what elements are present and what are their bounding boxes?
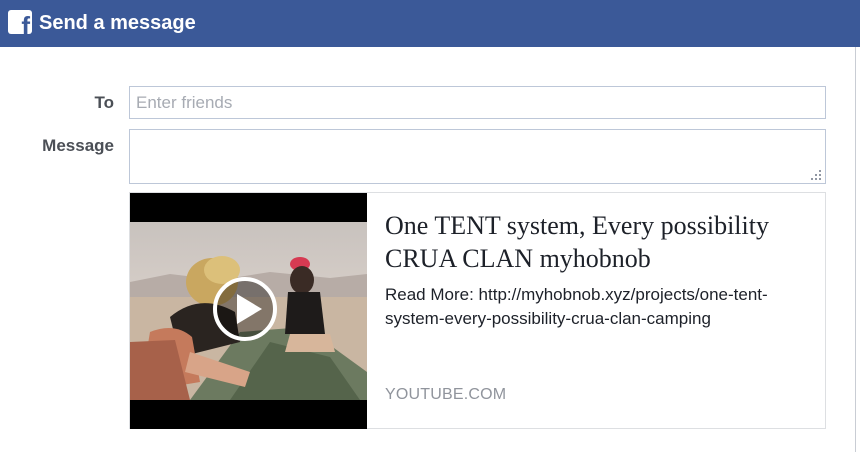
dialog-border <box>855 47 856 452</box>
video-thumbnail[interactable] <box>130 193 367 429</box>
preview-description: Read More: http://myhobnob.xyz/projects/… <box>385 285 768 328</box>
dialog-header: f Send a message <box>0 0 860 47</box>
to-input[interactable] <box>129 86 826 119</box>
dialog-title: Send a message <box>39 12 196 34</box>
to-label: To <box>94 93 114 112</box>
play-icon[interactable] <box>212 276 278 342</box>
resize-handle-icon[interactable] <box>811 170 822 181</box>
preview-title[interactable]: One TENT system, Every possibility CRUA … <box>385 209 815 275</box>
message-textarea[interactable] <box>129 129 826 184</box>
link-preview-card[interactable]: One TENT system, Every possibility CRUA … <box>129 192 826 429</box>
facebook-logo-icon: f <box>8 10 32 34</box>
message-label: Message <box>42 136 114 155</box>
preview-domain: YOUTUBE.COM <box>385 386 507 403</box>
